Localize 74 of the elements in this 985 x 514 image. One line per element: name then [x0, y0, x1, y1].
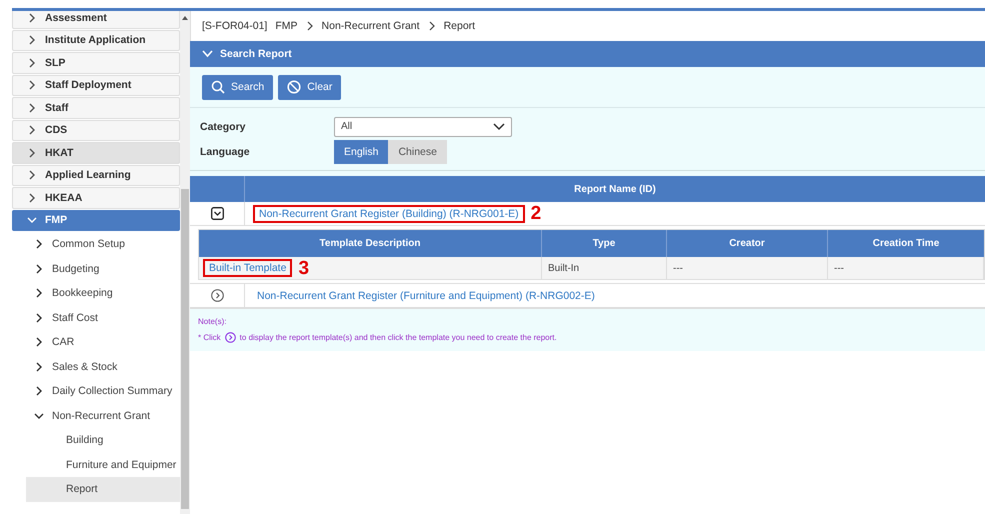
- search-icon: [211, 80, 225, 94]
- chevron-right-icon: [27, 148, 37, 158]
- sidebar-item[interactable]: Staff Deployment: [12, 74, 180, 96]
- template-link[interactable]: Built-in Template: [203, 259, 292, 277]
- table-cell: ---: [834, 262, 844, 274]
- sidebar-item[interactable]: Assessment: [12, 11, 180, 28]
- chevron-down-icon: [34, 410, 44, 421]
- breadcrumb-item[interactable]: Non-Recurrent Grant: [322, 20, 420, 32]
- chevron-right-icon: [34, 386, 44, 396]
- notes-title: Note(s):: [198, 317, 228, 326]
- collapse-icon[interactable]: [210, 207, 224, 220]
- scrollbar[interactable]: [180, 11, 190, 514]
- chevron-right-icon: [27, 12, 37, 23]
- scrollbar-thumb[interactable]: [181, 189, 189, 509]
- chevron-right-icon: [428, 21, 436, 31]
- note-text: to display the report template(s) and then click the template you need to create the report.: [240, 333, 557, 342]
- chevron-right-icon: [27, 58, 37, 68]
- sidebar-item[interactable]: CAR: [12, 330, 180, 354]
- chevron-right-icon: [27, 80, 37, 90]
- clear-button[interactable]: Clear: [278, 74, 342, 100]
- category-dropdown[interactable]: All: [334, 116, 512, 136]
- chevron-right-icon: [34, 362, 44, 372]
- chevron-right-icon: [34, 288, 44, 298]
- chevron-down-icon: [493, 122, 505, 130]
- table-cell: Built-In: [548, 262, 580, 274]
- field-label: Category: [200, 120, 247, 132]
- sidebar-item[interactable]: Institute Application: [12, 30, 180, 51]
- expand-icon: [224, 332, 236, 343]
- note-text: * Click: [198, 333, 221, 342]
- chevron-down-icon: [27, 215, 37, 226]
- sidebar-item[interactable]: Daily Collection Summary: [12, 379, 180, 404]
- chevron-right-icon: [27, 125, 37, 136]
- sidebar-item[interactable]: HKAT: [12, 142, 180, 164]
- sidebar-item[interactable]: CDS: [12, 120, 180, 141]
- chevron-right-icon: [27, 35, 37, 46]
- sidebar-item[interactable]: Applied Learning: [12, 164, 180, 186]
- search-button[interactable]: Search: [202, 74, 274, 100]
- breadcrumb-item[interactable]: FMP: [275, 20, 298, 32]
- annotation-number: 2: [530, 204, 542, 223]
- column-header: Creation Time: [872, 237, 940, 251]
- chevron-right-icon: [34, 264, 44, 274]
- language-toggle[interactable]: Chinese: [388, 140, 447, 164]
- annotation-number: 3: [298, 258, 310, 278]
- expand-icon[interactable]: [210, 289, 224, 302]
- chevron-right-icon: [34, 337, 44, 348]
- breadcrumb-item[interactable]: Report: [444, 20, 476, 32]
- sidebar-item[interactable]: Report: [26, 477, 180, 502]
- field-label: Language: [200, 146, 251, 158]
- sidebar-item[interactable]: Staff: [12, 97, 180, 118]
- breadcrumb-code: [S-FOR04-01]: [202, 20, 268, 32]
- sidebar-item[interactable]: Staff Cost: [12, 306, 180, 330]
- sidebar-item[interactable]: FMP: [12, 210, 180, 231]
- sidebar-item[interactable]: Budgeting: [12, 256, 180, 281]
- chevron-right-icon: [27, 192, 37, 203]
- sidebar-item[interactable]: Non-Recurrent Grant: [12, 404, 180, 428]
- sidebar-item[interactable]: Furniture and Equipmer: [12, 452, 180, 477]
- chevron-right-icon: [27, 170, 37, 180]
- report-link[interactable]: Non-Recurrent Grant Register (Building) (R-NRG001-E): [253, 204, 525, 222]
- panel-header[interactable]: Search Report: [190, 41, 985, 67]
- chevron-right-icon: [306, 21, 314, 31]
- prohibited-icon: [287, 80, 302, 94]
- chevron-right-icon: [34, 312, 44, 323]
- sidebar-item[interactable]: HKEAA: [12, 187, 180, 208]
- chevron-down-icon: [202, 50, 213, 58]
- chevron-right-icon: [34, 239, 44, 250]
- sidebar-item[interactable]: Sales & Stock: [12, 354, 180, 379]
- table-cell: ---: [673, 262, 683, 274]
- chevron-right-icon: [27, 102, 37, 113]
- column-header: Report Name (ID): [573, 182, 657, 196]
- sidebar-item[interactable]: Bookkeeping: [12, 281, 180, 306]
- sidebar-item[interactable]: SLP: [12, 52, 180, 74]
- language-toggle[interactable]: English: [334, 140, 388, 164]
- sidebar-item[interactable]: Common Setup: [12, 232, 180, 256]
- sidebar-item[interactable]: Building: [12, 428, 180, 452]
